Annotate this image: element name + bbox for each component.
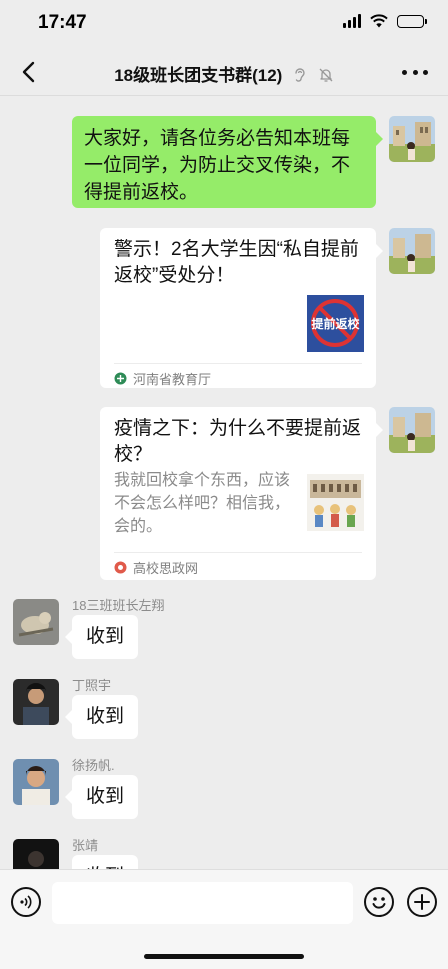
more-button[interactable]: [402, 60, 428, 84]
cellular-signal-icon: [343, 14, 361, 28]
sender-name: 丁照宇: [72, 678, 112, 693]
nav-bar: 18级班长团支书群(12): [0, 48, 448, 96]
article-thumbnail-1: 提前返校: [307, 295, 364, 352]
self-avatar[interactable]: [389, 228, 435, 274]
emoji-button[interactable]: [364, 887, 394, 917]
chat-title: 18级班长团支书群(12): [0, 61, 448, 86]
article-source-name-2: 高校思政网: [133, 561, 199, 576]
article-source-name-1: 河南省教育厅: [133, 372, 212, 387]
wifi-icon: [370, 14, 388, 28]
status-time: 17:47: [38, 12, 87, 33]
status-icons: [343, 14, 427, 28]
article-card-1[interactable]: 警示！2名大学生因“私自提前返校”受处分！ 提前返校 河南省教育厅: [100, 228, 383, 389]
member-avatar[interactable]: [13, 839, 59, 869]
article-card-2[interactable]: 疫情之下：为什么不要提前返校？ 我就回校拿个东西，应该不会怎么样吧？相信我，会的…: [100, 407, 383, 580]
article-title-1: 警示！2名大学生因“私自提前返校”受处分！: [114, 239, 359, 286]
status-bar: 17:47: [0, 0, 448, 48]
article-source-1: 河南省教育厅: [114, 363, 362, 389]
plus-button[interactable]: [407, 887, 437, 917]
article-thumbnail-text-1: 提前返校: [311, 316, 360, 331]
member-avatar[interactable]: [13, 759, 59, 805]
sender-name: 18三班班长左翔: [72, 598, 165, 613]
chat-area[interactable]: 大家好，请各位务必告知本班每一位同学，为防止交叉传染，不得提前返校。 警示！2名…: [0, 97, 448, 869]
plus-icon: [414, 894, 430, 910]
battery-icon: [397, 14, 427, 28]
member-avatar[interactable]: [13, 679, 59, 725]
more-dots-icon: [402, 69, 407, 75]
article-thumbnail-2: [307, 474, 364, 531]
home-indicator[interactable]: [144, 954, 304, 959]
source-logo-icon: [114, 561, 127, 574]
reply-bubble[interactable]: 收到: [64, 775, 139, 819]
sender-name: 徐扬帆.: [72, 758, 115, 773]
reply-bubble[interactable]: 收到: [64, 615, 139, 659]
article-source-2: 高校思政网: [114, 552, 362, 578]
mute-bell-icon: [319, 68, 333, 82]
voice-button[interactable]: [11, 887, 41, 917]
article-title-2: 疫情之下：为什么不要提前返校？: [114, 418, 362, 465]
sender-name: 张靖: [72, 838, 99, 853]
message-input[interactable]: [52, 882, 353, 924]
chat-title-text: 18级班长团支书群(12): [114, 66, 283, 85]
voice-input-icon: [20, 895, 32, 909]
earpiece-mode-icon: [295, 68, 305, 82]
self-message-bubble[interactable]: 大家好，请各位务必告知本班每一位同学，为防止交叉传染，不得提前返校。: [72, 116, 383, 208]
self-avatar[interactable]: [389, 116, 435, 162]
emoji-icon: [372, 897, 386, 909]
reply-bubble[interactable]: 收到: [72, 855, 139, 869]
self-avatar[interactable]: [389, 407, 435, 453]
article-desc-2: 我就回校拿个东西，应该不会怎么样吧？相信我，会的。: [114, 472, 291, 535]
member-avatar[interactable]: [13, 599, 59, 645]
source-logo-icon: [114, 372, 127, 385]
reply-bubble[interactable]: 收到: [64, 695, 139, 739]
